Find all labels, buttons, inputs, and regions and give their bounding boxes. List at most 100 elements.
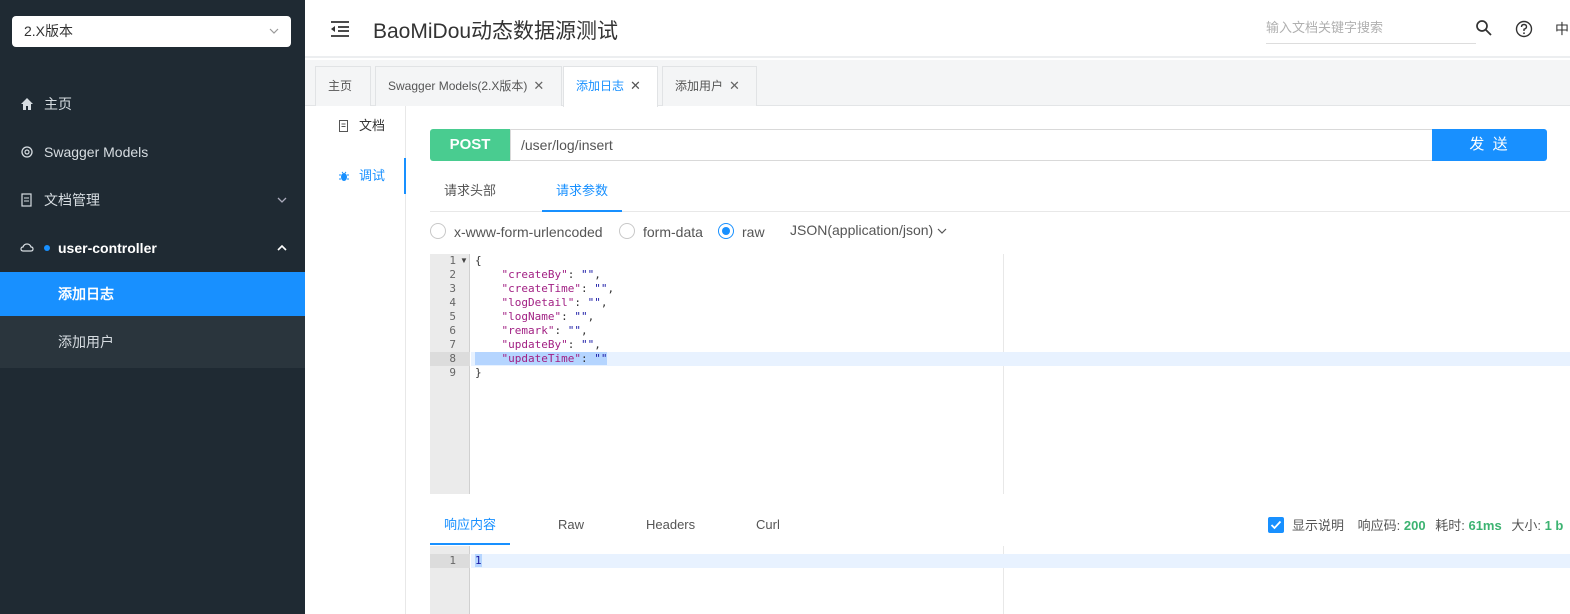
code-line: { [471, 254, 1570, 268]
code-text: 1 [475, 554, 482, 567]
version-select[interactable]: 2.X版本 [12, 16, 291, 47]
show-description-checkbox[interactable] [1268, 517, 1284, 533]
document-icon [21, 193, 32, 207]
chevron-down-icon [269, 28, 279, 34]
sidebar-subitem-add-user[interactable]: 添加用户 [0, 316, 305, 368]
menu-toggle-icon[interactable] [329, 19, 351, 39]
tab-swagger-models[interactable]: Swagger Models(2.X版本) ✕ [375, 66, 562, 106]
tab-curl[interactable]: Curl [756, 506, 780, 545]
rail-item-doc[interactable]: 文档 [305, 108, 406, 144]
json-value: "" [567, 324, 581, 337]
sidebar-item-label: 文档管理 [44, 192, 100, 208]
json-key: "createTime" [501, 282, 581, 295]
url-field[interactable]: /user/log/insert [510, 129, 1434, 161]
sidebar-subitem-add-log[interactable]: 添加日志 [0, 272, 305, 316]
tab-label: Swagger Models(2.X版本) [388, 79, 528, 93]
radio-circle [718, 223, 734, 239]
tab-add-log[interactable]: 添加日志 ✕ [563, 66, 658, 107]
json-key: "logName" [501, 310, 562, 323]
response-body-editor[interactable]: 1 1 [430, 546, 1570, 614]
response-size-value: 1 b [1544, 518, 1564, 533]
fold-icon[interactable]: ▼ [460, 256, 468, 265]
tab-request-headers[interactable]: 请求头部 [430, 172, 510, 212]
code-text: } [475, 366, 482, 379]
code-area[interactable]: { "createBy": "", "createTime": "", "log… [471, 254, 1570, 494]
json-value: "" [594, 352, 608, 365]
tab-headers[interactable]: Headers [646, 506, 695, 545]
version-select-value: 2.X版本 [24, 23, 74, 39]
close-icon[interactable]: ✕ [630, 67, 641, 105]
header: BaoMiDou动态数据源测试 中 [305, 0, 1570, 58]
line-number: 1 [430, 554, 470, 568]
sidebar-subitem-label: 添加日志 [58, 286, 114, 302]
radio-circle [619, 223, 635, 239]
json-value: "" [594, 282, 608, 295]
json-value: "" [580, 268, 595, 281]
code-line-selected: "updateTime": "" [471, 352, 1570, 366]
rail-item-label: 文档 [359, 118, 386, 133]
response-code-value: 200 [1403, 518, 1426, 533]
line-number: 5 [449, 310, 456, 323]
chevron-down-icon [277, 197, 287, 203]
tab-home[interactable]: 主页 [315, 66, 371, 106]
code-area: 1 [471, 546, 1570, 614]
content-type-value: JSON(application/json) [790, 222, 934, 238]
json-key: "createBy" [501, 268, 568, 281]
code-line: 1 [471, 554, 1570, 568]
tab-add-user[interactable]: 添加用户 ✕ [662, 66, 757, 106]
sidebar-item-label: Swagger Models [44, 144, 149, 160]
language-switch[interactable]: 中 [1555, 19, 1569, 39]
tab-raw[interactable]: Raw [558, 506, 584, 545]
doc-debug-rail: 文档 调试 [305, 106, 406, 614]
json-key: "updateTime" [501, 352, 581, 365]
json-key: "logDetail" [501, 296, 575, 309]
code-line: "logDetail": "", [501, 296, 608, 309]
http-method-badge: POST [430, 129, 510, 161]
search-input[interactable] [1266, 20, 1466, 35]
sidebar: 2.X版本 主页 Swagger Models 文档管理 user-contro… [0, 0, 305, 614]
code-line: "remark": "", [501, 324, 588, 337]
search-icon[interactable] [1475, 19, 1493, 37]
radio-circle [430, 223, 446, 239]
code-line: "updateBy": "", [501, 338, 601, 351]
content-type-select[interactable]: JSON(application/json) [790, 222, 947, 238]
rail-item-debug[interactable]: 调试 [305, 158, 406, 194]
json-key: "updateBy" [501, 338, 568, 351]
tab-bar: 主页 Swagger Models(2.X版本) ✕ 添加日志 ✕ 添加用户 ✕ [305, 60, 1570, 107]
code-line: "logName": "", [501, 310, 595, 323]
gear-icon [21, 146, 33, 158]
active-dot [44, 245, 50, 251]
sidebar-item-user-controller[interactable]: user-controller [0, 224, 305, 272]
tab-request-params[interactable]: 请求参数 [542, 172, 622, 212]
close-icon[interactable]: ✕ [729, 67, 740, 105]
sidebar-item-swagger-models[interactable]: Swagger Models [0, 128, 305, 176]
code-text: { [475, 254, 482, 267]
search-box [1266, 14, 1476, 44]
debug-panel: POST /user/log/insert 发 送 请求头部 请求参数 x-ww… [406, 106, 1570, 614]
sidebar-item-doc-management[interactable]: 文档管理 [0, 176, 305, 224]
line-number: 2 [449, 268, 456, 281]
request-body-editor[interactable]: 1 ▼ 2 3 4 5 6 7 8 9 { "createBy": "", "c… [430, 254, 1570, 494]
help-icon[interactable] [1515, 20, 1533, 38]
sidebar-subitem-label: 添加用户 [58, 334, 114, 350]
tab-label: 添加日志 [576, 79, 625, 93]
radio-label: raw [742, 224, 765, 240]
sidebar-item-home[interactable]: 主页 [0, 80, 305, 128]
json-value: "" [580, 338, 595, 351]
sidebar-item-label: user-controller [58, 240, 157, 256]
document-icon [339, 120, 348, 132]
editor-gutter: 1 [430, 546, 470, 614]
editor-gutter: 1 ▼ 2 3 4 5 6 7 8 9 [430, 254, 470, 494]
close-icon[interactable]: ✕ [533, 67, 544, 105]
radio-label: x-www-form-urlencoded [454, 224, 603, 240]
send-button[interactable]: 发 送 [1432, 129, 1547, 161]
check-icon [1270, 520, 1282, 530]
show-description-label: 显示说明 [1292, 518, 1345, 533]
response-time-value: 61ms [1468, 518, 1502, 533]
tab-response-content[interactable]: 响应内容 [430, 506, 510, 545]
response-code-label: 响应码: [1357, 518, 1401, 533]
response-meta: 显示说明 响应码: 200 耗时: 61ms 大小: 1 b [1268, 516, 1563, 536]
json-key: "remark" [501, 324, 555, 337]
line-number: 8 [430, 352, 470, 366]
page-title: BaoMiDou动态数据源测试 [373, 20, 619, 43]
